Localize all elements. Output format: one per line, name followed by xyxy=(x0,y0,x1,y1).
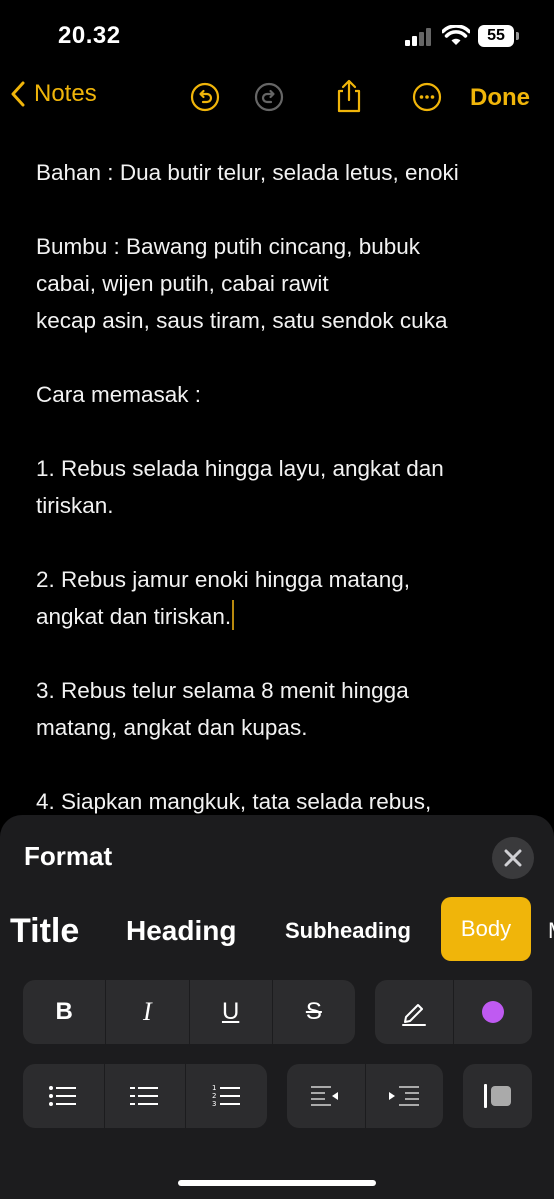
indent-group xyxy=(287,1064,443,1128)
note-line-with-caret: angkat dan tiriskan. xyxy=(36,598,526,635)
color-group xyxy=(375,980,532,1044)
home-indicator xyxy=(178,1180,376,1186)
battery-tip xyxy=(516,32,519,40)
text-style-group: B I U S xyxy=(23,980,355,1044)
block-quote-icon xyxy=(483,1084,511,1108)
pencil-icon xyxy=(402,1004,426,1026)
italic-button[interactable]: I xyxy=(106,980,190,1044)
strikethrough-button[interactable]: S xyxy=(273,980,355,1044)
note-line: 2. Rebus jamur enoki hingga matang, xyxy=(36,567,410,592)
style-subheading-option[interactable]: Subheading xyxy=(285,907,411,955)
dashed-list-icon xyxy=(130,1087,158,1105)
block-quote-button[interactable] xyxy=(463,1064,532,1128)
back-button[interactable]: Notes xyxy=(10,80,97,108)
note-line: 1. Rebus selada hingga layu, angkat dan xyxy=(36,456,444,481)
color-dot-icon xyxy=(482,1001,504,1023)
text-color-button[interactable] xyxy=(454,980,532,1044)
share-icon[interactable] xyxy=(334,78,364,114)
redo-icon[interactable] xyxy=(254,82,284,112)
style-body-option[interactable]: Body xyxy=(441,897,531,961)
more-options-icon[interactable] xyxy=(412,82,442,112)
close-format-button[interactable] xyxy=(492,837,534,879)
note-line: kecap asin, saus tiram, satu sendok cuka xyxy=(36,308,448,333)
text-caret xyxy=(232,600,235,630)
nav-bar: Notes Done xyxy=(0,76,554,122)
note-line: cabai, wijen putih, cabai rawit xyxy=(36,271,329,296)
decrease-indent-button[interactable] xyxy=(287,1064,366,1128)
note-line: tiriskan. xyxy=(36,493,114,518)
status-bar: 20.32 55 xyxy=(0,0,554,70)
paragraph-style-picker: Title Heading Subheading Body M xyxy=(0,897,554,961)
svg-text:3: 3 xyxy=(212,1100,216,1108)
note-line: Bumbu : Bawang putih cincang, bubuk xyxy=(36,234,421,259)
chevron-left-icon xyxy=(11,81,25,107)
back-label: Notes xyxy=(34,80,97,107)
block-quote-group xyxy=(463,1064,532,1128)
indent-icon xyxy=(389,1086,420,1106)
svg-text:1: 1 xyxy=(212,1084,216,1092)
close-icon xyxy=(504,849,522,867)
numbered-list-icon: 1 2 3 xyxy=(212,1084,240,1108)
outdent-icon xyxy=(310,1086,338,1106)
note-line: matang, angkat dan kupas. xyxy=(36,715,308,740)
dashed-list-button[interactable] xyxy=(105,1064,187,1128)
underline-button[interactable]: U xyxy=(190,980,273,1044)
list-style-group: 1 2 3 xyxy=(23,1064,267,1128)
note-line-text: angkat dan tiriskan. xyxy=(36,604,232,629)
undo-icon[interactable] xyxy=(190,82,220,112)
style-title-option[interactable]: Title xyxy=(10,907,79,955)
cellular-signal-icon xyxy=(405,28,431,46)
note-editor[interactable]: Bahan : Dua butir telur, selada letus, e… xyxy=(36,154,526,820)
bulleted-list-button[interactable] xyxy=(23,1064,105,1128)
numbered-list-button[interactable]: 1 2 3 xyxy=(186,1064,267,1128)
svg-text:2: 2 xyxy=(212,1092,216,1100)
bulleted-list-icon xyxy=(49,1086,77,1106)
wifi-icon xyxy=(442,25,470,45)
format-sheet-title: Format xyxy=(24,841,113,871)
done-button[interactable]: Done xyxy=(470,84,530,112)
style-more-option[interactable]: M xyxy=(548,907,554,955)
battery-indicator: 55 xyxy=(478,25,514,47)
note-line: Bahan : Dua butir telur, selada letus, e… xyxy=(36,160,459,185)
highlight-button[interactable] xyxy=(375,980,454,1044)
note-line: 3. Rebus telur selama 8 menit hingga xyxy=(36,678,409,703)
bold-button[interactable]: B xyxy=(23,980,107,1044)
status-time: 20.32 xyxy=(58,22,121,49)
style-heading-option[interactable]: Heading xyxy=(126,907,236,955)
increase-indent-button[interactable] xyxy=(366,1064,444,1128)
note-line: Cara memasak : xyxy=(36,382,202,407)
format-sheet: Format Title Heading Subheading Body M B… xyxy=(0,815,554,1199)
